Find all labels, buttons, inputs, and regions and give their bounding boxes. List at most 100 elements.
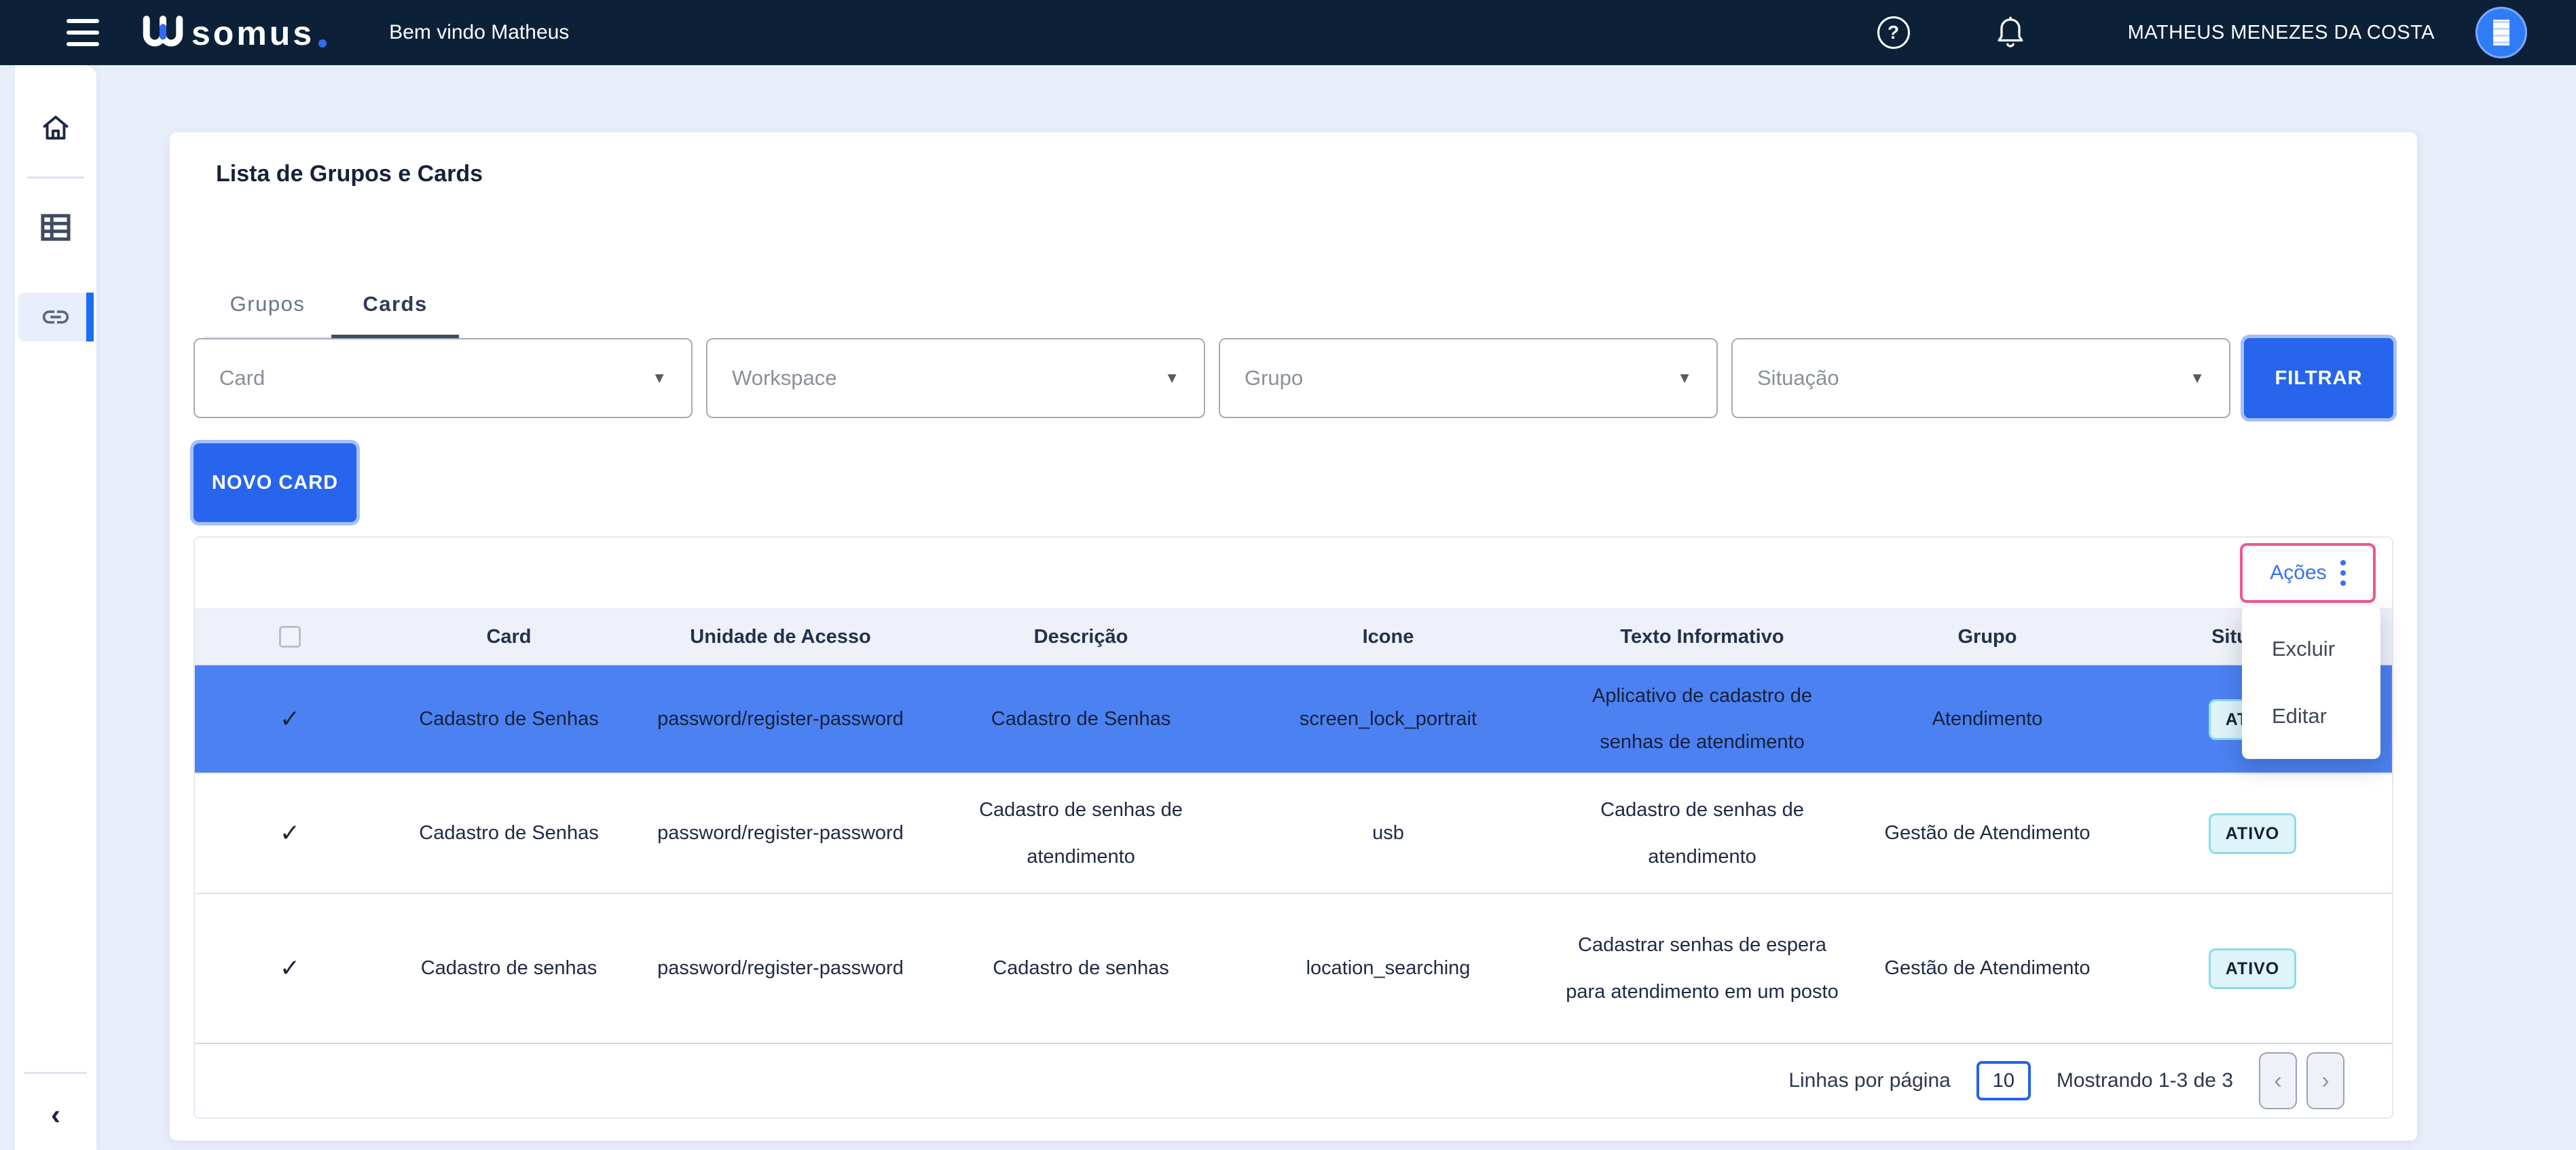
filter-bar: Card▼Workspace▼Grupo▼Situação▼FILTRAR bbox=[194, 338, 2393, 418]
cell-checked[interactable]: ✓ bbox=[195, 893, 385, 1043]
sidebar-divider bbox=[27, 177, 84, 179]
chevron-down-icon: ▼ bbox=[1164, 369, 1179, 387]
link-icon bbox=[39, 301, 73, 333]
cell-descricao: Cadastro de senhas de atendimento bbox=[928, 773, 1234, 893]
sidebar-item-cards-active[interactable] bbox=[18, 293, 93, 341]
sidebar-item-lists[interactable] bbox=[15, 203, 96, 252]
tab-grupos[interactable]: Grupos bbox=[204, 272, 331, 337]
column-header: Grupo bbox=[1862, 609, 2113, 665]
help-icon[interactable]: ? bbox=[1877, 16, 1910, 49]
column-header: Descrição bbox=[928, 609, 1234, 665]
cell-icone: screen_lock_portrait bbox=[1234, 665, 1543, 773]
pagination-next-button[interactable]: › bbox=[2306, 1052, 2344, 1109]
home-icon bbox=[40, 113, 71, 143]
column-header: Texto Informativo bbox=[1543, 609, 1862, 665]
tab-cards[interactable]: Cards bbox=[331, 272, 459, 337]
tabs: GruposCards bbox=[204, 272, 459, 339]
menu-item-excluir[interactable]: Excluir bbox=[2242, 615, 2380, 682]
table-toolbar: Ações bbox=[195, 538, 2392, 608]
page-title: Lista de Grupos e Cards bbox=[216, 161, 483, 187]
column-header: Card bbox=[385, 609, 633, 665]
status-badge: ATIVO bbox=[2209, 948, 2297, 989]
cell-unidade-de-acesso: password/register-password bbox=[633, 665, 928, 773]
pagination-prev-button[interactable]: ‹ bbox=[2259, 1052, 2297, 1109]
select-placeholder: Workspace bbox=[732, 366, 1164, 390]
cell-icone: location_searching bbox=[1234, 893, 1543, 1043]
cell-descricao: Cadastro de Senhas bbox=[928, 665, 1234, 773]
cell-situacao: ATIVO bbox=[2113, 893, 2392, 1043]
select-all-checkbox[interactable] bbox=[279, 626, 301, 648]
check-icon: ✓ bbox=[280, 819, 300, 847]
actions-button[interactable]: Ações bbox=[2240, 543, 2376, 603]
cell-card: Cadastro de Senhas bbox=[385, 665, 633, 773]
check-icon: ✓ bbox=[280, 954, 300, 982]
chevron-down-icon: ▼ bbox=[1677, 369, 1692, 387]
actions-dropdown-menu: ExcluirEditar bbox=[2242, 606, 2380, 759]
pagination-range-label: Mostrando 1-3 de 3 bbox=[2057, 1069, 2233, 1092]
filter-button[interactable]: FILTRAR bbox=[2244, 338, 2393, 418]
sidebar-item-home[interactable] bbox=[15, 103, 96, 152]
filter-select-card[interactable]: Card▼ bbox=[194, 338, 693, 418]
cell-descricao: Cadastro de senhas bbox=[928, 893, 1234, 1043]
cell-card: Cadastro de Senhas bbox=[385, 773, 633, 893]
status-badge: ATIVO bbox=[2209, 813, 2297, 854]
filter-select-situação[interactable]: Situação▼ bbox=[1731, 338, 2230, 418]
cell-checked[interactable]: ✓ bbox=[195, 665, 385, 773]
user-avatar[interactable] bbox=[2476, 7, 2527, 58]
main-card: Lista de Grupos e Cards GruposCards Card… bbox=[170, 132, 2417, 1140]
filter-select-workspace[interactable]: Workspace▼ bbox=[706, 338, 1205, 418]
cell-texto-informativo: Cadastro de senhas de atendimento bbox=[1543, 773, 1862, 893]
chevron-down-icon: ▼ bbox=[652, 369, 667, 387]
brand-dot bbox=[318, 39, 327, 48]
table-row[interactable]: ✓ Cadastro de senhaspassword/register-pas… bbox=[195, 893, 2392, 1043]
table-row[interactable]: ✓ Cadastro de Senhaspassword/register-pas… bbox=[195, 773, 2392, 893]
table-body: ✓Cadastro de Senhaspassword/register-pas… bbox=[195, 665, 2392, 1043]
select-placeholder: Situação bbox=[1757, 366, 2190, 390]
active-indicator-bar bbox=[86, 293, 94, 341]
actions-button-label: Ações bbox=[2270, 561, 2326, 585]
rows-per-page-label: Linhas por página bbox=[1788, 1069, 1951, 1092]
pagination: Linhas por página 10 Mostrando 1-3 de 3 … bbox=[195, 1043, 2392, 1117]
kebab-icon bbox=[2340, 560, 2346, 586]
avatar-document-graphic bbox=[2490, 16, 2512, 49]
hamburger-icon[interactable] bbox=[67, 19, 99, 46]
cell-grupo: Gestão de Atendimento bbox=[1862, 773, 2113, 893]
column-header: Icone bbox=[1234, 609, 1543, 665]
cell-unidade-de-acesso: password/register-password bbox=[633, 893, 928, 1043]
brand-uu-icon bbox=[141, 15, 185, 50]
cell-grupo: Atendimento bbox=[1862, 665, 2113, 773]
cell-texto-informativo: Cadastrar senhas de espera para atendime… bbox=[1543, 893, 1862, 1043]
cell-situacao: ATIVO bbox=[2113, 773, 2392, 893]
new-card-button[interactable]: NOVO CARD bbox=[194, 443, 356, 522]
sidebar-bottom-divider bbox=[24, 1072, 87, 1074]
bell-icon[interactable] bbox=[1995, 16, 2026, 50]
user-name: MATHEUS MENEZES DA COSTA bbox=[2128, 22, 2435, 44]
sidebar-collapse-button[interactable]: ‹ bbox=[15, 1094, 96, 1135]
rows-per-page-input[interactable]: 10 bbox=[1976, 1061, 2031, 1100]
table-container: Ações CardUnidade de AcessoDescriçãoIcon… bbox=[194, 536, 2393, 1119]
cell-unidade-de-acesso: password/register-password bbox=[633, 773, 928, 893]
welcome-text: Bem vindo Matheus bbox=[389, 21, 569, 44]
header-select-all bbox=[195, 609, 385, 665]
chevron-down-icon: ▼ bbox=[2190, 369, 2205, 387]
brand-logo: somus bbox=[141, 15, 327, 50]
select-placeholder: Grupo bbox=[1245, 366, 1677, 390]
table-icon bbox=[40, 213, 71, 242]
cards-table: CardUnidade de AcessoDescriçãoIconeTexto… bbox=[195, 608, 2392, 1043]
table-header-row: CardUnidade de AcessoDescriçãoIconeTexto… bbox=[195, 609, 2392, 665]
cell-icone: usb bbox=[1234, 773, 1543, 893]
column-header: Unidade de Acesso bbox=[633, 609, 928, 665]
chevron-right-icon: › bbox=[2321, 1068, 2329, 1094]
table-row[interactable]: ✓ Cadastro de Senhaspassword/register-pas… bbox=[195, 665, 2392, 773]
sidebar: ‹ bbox=[15, 65, 96, 1150]
cell-grupo: Gestão de Atendimento bbox=[1862, 893, 2113, 1043]
menu-item-editar[interactable]: Editar bbox=[2242, 682, 2380, 749]
filter-select-grupo[interactable]: Grupo▼ bbox=[1219, 338, 1718, 418]
chevron-left-icon: ‹ bbox=[2274, 1068, 2281, 1094]
cell-card: Cadastro de senhas bbox=[385, 893, 633, 1043]
topbar: somus Bem vindo Matheus ? MATHEUS MENEZE… bbox=[0, 0, 2576, 65]
check-icon: ✓ bbox=[280, 705, 300, 732]
cell-checked[interactable]: ✓ bbox=[195, 773, 385, 893]
brand-name: somus bbox=[191, 16, 314, 50]
cell-texto-informativo: Aplicativo de cadastro de senhas de aten… bbox=[1543, 665, 1862, 773]
